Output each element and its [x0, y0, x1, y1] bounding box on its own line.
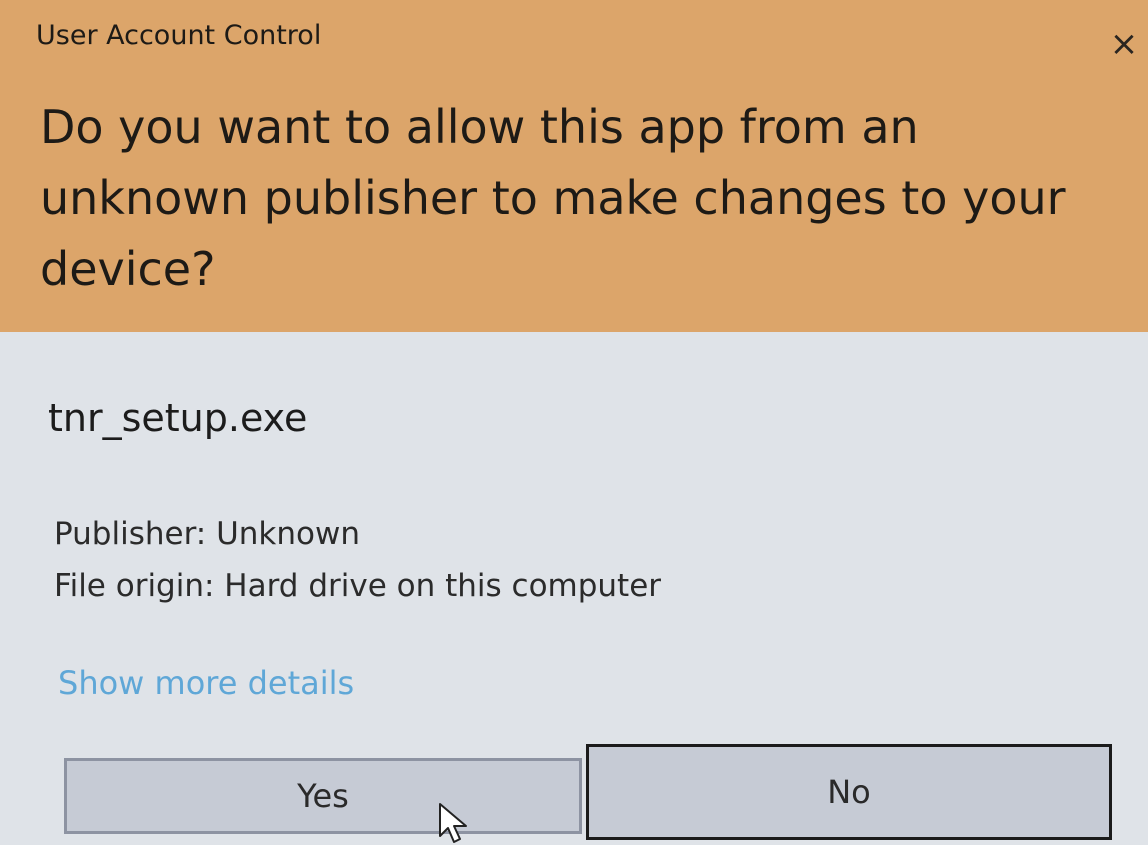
show-more-details-link[interactable]: Show more details	[58, 664, 354, 702]
dialog-body: tnr_setup.exe Publisher: Unknown File or…	[0, 332, 1148, 845]
consent-question: Do you want to allow this app from an un…	[40, 100, 1066, 296]
file-origin-text: File origin: Hard drive on this computer	[54, 568, 662, 604]
dialog-header: User Account Control × Do you want to al…	[0, 0, 1148, 332]
uac-dialog: User Account Control × Do you want to al…	[0, 0, 1148, 845]
app-name: tnr_setup.exe	[48, 396, 308, 440]
close-icon[interactable]: ×	[1106, 22, 1142, 66]
app-info: Publisher: Unknown File origin: Hard dri…	[54, 508, 661, 612]
no-button[interactable]: No	[586, 744, 1112, 840]
mouse-pointer-icon	[439, 803, 467, 843]
yes-button[interactable]: Yes	[64, 758, 582, 834]
window-title: User Account Control	[36, 20, 322, 51]
publisher-text: Publisher: Unknown	[54, 516, 360, 552]
